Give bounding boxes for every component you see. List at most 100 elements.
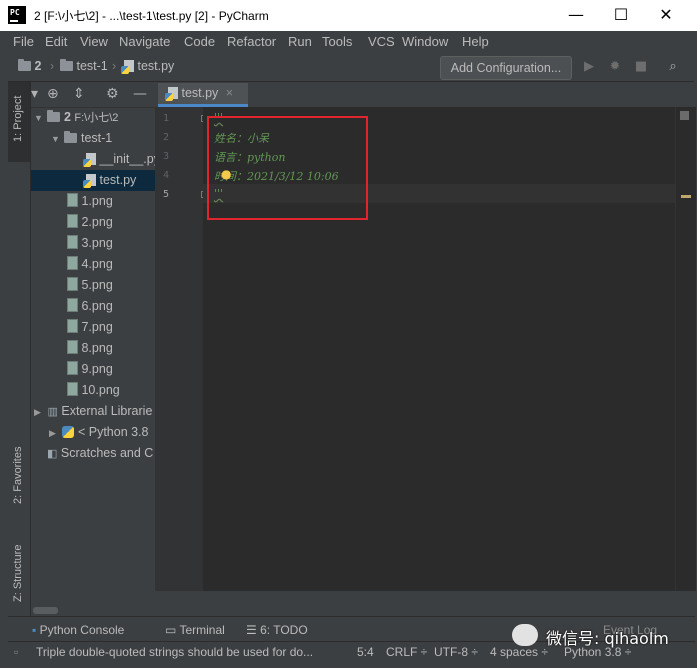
tree-file-selected[interactable]: test.py [31,170,155,191]
breadcrumb-separator: › [112,59,117,73]
locate-icon[interactable]: ⊕ [47,86,59,102]
tree-root-path: F:\小七\2 [74,112,119,124]
editor-tab-label: test.py [181,86,219,100]
hide-icon[interactable]: — [133,86,147,102]
menu-window[interactable]: Window [402,34,448,49]
tab-todo[interactable]: ☰ 6: TODO [246,623,308,637]
folder-icon [18,59,31,71]
gear-icon[interactable]: ⚙ [106,86,119,102]
dropdown-arrow-icon[interactable]: ▾ [31,86,38,102]
maximize-button[interactable]: ☐ [598,0,644,31]
menu-bar: File Edit View Navigate Code Refactor Ru… [8,31,694,53]
logo-text: PC [10,8,20,17]
terminal-icon: ▭ [165,623,177,637]
tree-image[interactable]: 5.png [31,275,155,296]
tree-root[interactable]: ▼ 2 F:\小七\2 [31,107,155,128]
collapse-all-icon[interactable]: ⇕ [73,86,85,102]
image-file-icon [67,298,78,312]
line-number: 2 [162,132,169,143]
file-encoding[interactable]: UTF-8 ÷ [434,645,478,659]
tree-folder-label: test-1 [80,131,113,145]
tree-image[interactable]: 8.png [31,338,155,359]
line-number: 5 [162,189,169,200]
tree-image-label: 3.png [81,236,113,250]
tab-project[interactable]: 1: Project [8,82,30,162]
breadcrumb-folder[interactable]: test-1 [60,59,108,73]
tree-file[interactable]: __init__.py [31,149,155,170]
tree-external-libraries[interactable]: ▶ ▥ External Librarie [31,401,155,422]
tab-structure[interactable]: Z: Structure [8,522,30,608]
image-file-icon [67,277,78,291]
tab-project-label: 1: Project [12,95,24,142]
tab-python-console[interactable]: ▪ Python Console [32,623,124,637]
menu-code[interactable]: Code [184,34,215,49]
breadcrumb-project-label: 2 [34,59,42,73]
close-button[interactable]: ✕ [643,0,689,31]
line-number: 3 [162,151,169,162]
image-file-icon [67,382,78,396]
wechat-icon [512,624,538,646]
tree-scratches[interactable]: ◧ Scratches and C [31,443,155,464]
stop-icon[interactable]: ■ [632,58,650,76]
editor-error-stripe[interactable] [675,107,696,591]
breadcrumb-project[interactable]: 2 [18,59,41,73]
run-icon[interactable]: ▶ [580,58,598,76]
breadcrumb-file[interactable]: test.py [121,59,175,74]
line-separator[interactable]: CRLF ÷ [386,645,427,659]
tree-image[interactable]: 4.png [31,254,155,275]
tree-image[interactable]: 1.png [31,191,155,212]
breadcrumb-folder-label: test-1 [76,59,108,73]
add-configuration-button[interactable]: Add Configuration... [440,56,572,80]
minimize-button[interactable]: — [553,0,599,31]
tree-image[interactable]: 2.png [31,212,155,233]
title-bar: PC 2 [F:\小七\2] - ...\test-1\test.py [2] … [0,0,697,31]
editor-gutter: 1 2 3 4 5 [155,107,208,591]
tree-image-label: 4.png [81,257,113,271]
line-number: 1 [162,113,169,124]
menu-vcs[interactable]: VCS [368,34,395,49]
todo-icon: ☰ [246,623,257,637]
menu-run[interactable]: Run [288,34,312,49]
tree-folder[interactable]: ▼ test-1 [31,128,155,149]
tree-image-label: 8.png [81,341,113,355]
scrollbar-thumb[interactable] [33,607,58,614]
library-icon: ▥ [47,406,58,418]
image-file-icon [67,340,78,354]
menu-file[interactable]: File [13,34,34,49]
tree-image[interactable]: 9.png [31,359,155,380]
tree-image[interactable]: 7.png [31,317,155,338]
tab-close-icon[interactable]: × [226,86,233,100]
project-tree: ▼ 2 F:\小七\2 ▼ test-1 __init__.py test.py… [31,107,155,604]
tree-image-label: 9.png [81,362,113,376]
tree-image[interactable]: 10.png [31,380,155,401]
tab-favorites-label: 2: Favorites [12,446,24,504]
tree-python-sdk[interactable]: ▶ < Python 3.8 [31,422,155,443]
breadcrumb-file-label: test.py [137,59,175,73]
tab-favorites[interactable]: 2: Favorites [8,422,30,510]
search-icon[interactable]: ⌕ [664,58,682,76]
breadcrumb-separator: › [50,59,55,73]
tree-image-label: 2.png [81,215,113,229]
editor-tab-test-py[interactable]: test.py × [158,83,248,107]
menu-edit[interactable]: Edit [45,34,67,49]
debug-icon[interactable]: ✹ [606,58,624,76]
menu-tools[interactable]: Tools [322,34,352,49]
highlight-annotation-box [207,116,368,220]
menu-navigate[interactable]: Navigate [119,34,170,49]
tab-structure-label: Z: Structure [12,544,24,602]
menu-view[interactable]: View [80,34,108,49]
inspection-status-icon[interactable] [680,111,689,120]
status-layout-icon[interactable]: ▫ [14,645,18,659]
tree-image[interactable]: 3.png [31,233,155,254]
warning-marker[interactable] [681,195,691,198]
image-file-icon [67,235,78,249]
menu-help[interactable]: Help [462,34,489,49]
tab-terminal[interactable]: ▭ Terminal [165,623,225,637]
caret-position[interactable]: 5:4 [357,645,374,659]
tree-image-label: 7.png [81,320,113,334]
menu-refactor[interactable]: Refactor [227,34,276,49]
image-file-icon [67,319,78,333]
folder-icon [60,59,73,71]
tree-image[interactable]: 6.png [31,296,155,317]
line-number: 4 [162,170,169,181]
